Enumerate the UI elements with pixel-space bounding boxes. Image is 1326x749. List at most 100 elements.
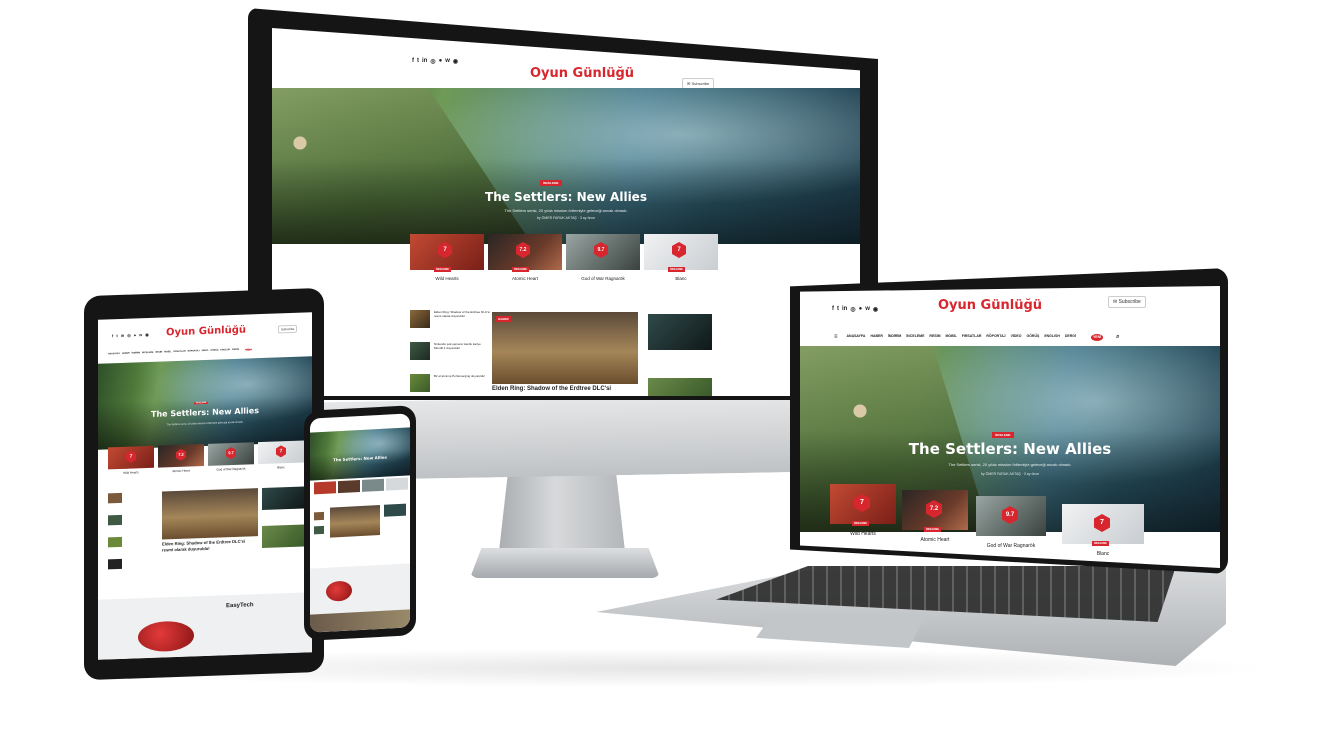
list-title[interactable]: Nintendo şok eşmerer kanlık kariye Mondi… bbox=[434, 342, 490, 350]
list-thumb[interactable] bbox=[108, 492, 122, 504]
nav-item[interactable]: HABER bbox=[122, 353, 130, 355]
nav-item[interactable]: RESİM bbox=[929, 334, 940, 341]
card-title[interactable]: God of War Ragnarök bbox=[976, 543, 1046, 549]
site-logo[interactable]: Oyun Günlüğü bbox=[530, 66, 634, 81]
list-thumb[interactable] bbox=[108, 514, 122, 526]
facebook-icon[interactable]: f bbox=[832, 306, 834, 313]
nav-item[interactable]: MOBİL bbox=[946, 334, 957, 341]
nav-item[interactable]: GÖRÜŞ bbox=[210, 350, 218, 352]
review-card[interactable]: 7 İNCELEME Blanc bbox=[1062, 504, 1144, 564]
hero-tag[interactable]: İNCELEME bbox=[540, 180, 562, 186]
list-item[interactable]: Elden Ring: Shadow of the Erdtree DLC'si… bbox=[410, 310, 490, 330]
nav-badge[interactable]: YENİ bbox=[245, 348, 253, 351]
nav-item[interactable]: MOBİL bbox=[164, 351, 171, 353]
site-logo[interactable]: Oyun Günlüğü bbox=[166, 325, 246, 339]
feature-article[interactable]: Elden Ring: Shadow of the Erdtree DLC'si… bbox=[162, 488, 258, 561]
hero-banner[interactable]: İNCELEME The Settlers: New Allies The Se… bbox=[98, 356, 312, 450]
card-title[interactable]: God of War Ragnarök bbox=[566, 276, 640, 281]
subscribe-button[interactable]: Subscribe bbox=[278, 324, 298, 334]
site-logo[interactable]: Oyun Günlüğü bbox=[938, 298, 1042, 313]
side-thumb-right[interactable] bbox=[262, 486, 304, 511]
nav-item[interactable]: FIRSATLAR bbox=[962, 334, 982, 341]
nav-item[interactable]: FIRSATLAR bbox=[173, 351, 185, 353]
nav-item[interactable]: DERGİ bbox=[1065, 334, 1076, 341]
review-card[interactable]: 7 İNCELEME Wild Hearts bbox=[410, 234, 484, 290]
review-card[interactable]: 7.2 İNCELEME Atomic Heart bbox=[488, 234, 562, 290]
card-title[interactable]: God of War Ragnarök bbox=[208, 466, 254, 472]
nav-item[interactable]: VİDEO bbox=[202, 350, 209, 352]
nav-item[interactable]: ANASAYFA bbox=[847, 334, 866, 341]
nav-item[interactable]: HABER bbox=[870, 334, 882, 341]
review-card[interactable]: 9.7 God of War Ragnarök bbox=[208, 442, 254, 474]
feature-title[interactable]: Elden Ring: Shadow of the Erdtree DLC'si bbox=[492, 386, 611, 392]
linkedin-icon[interactable]: in bbox=[422, 58, 427, 65]
hero-author[interactable]: ÖMER FARUK AKTAŞ bbox=[542, 216, 577, 220]
list-thumb[interactable] bbox=[108, 558, 122, 570]
twitter-icon[interactable]: t bbox=[417, 58, 419, 65]
nav-item[interactable]: İNDİRİM bbox=[132, 352, 140, 354]
reddit-icon[interactable]: ● bbox=[439, 58, 443, 65]
review-card[interactable]: 7 İNCELEME Wild Hearts bbox=[830, 484, 896, 544]
hero-title[interactable]: The Settlers: New Allies bbox=[310, 453, 410, 463]
linkedin-icon[interactable]: in bbox=[121, 333, 125, 338]
card-tag[interactable]: İNCELEME bbox=[1092, 541, 1109, 546]
vk-icon[interactable]: w bbox=[445, 58, 450, 65]
reddit-icon[interactable]: ● bbox=[134, 332, 136, 337]
list-item[interactable]: Nintendo şok eşmerer kanlık kariye Mondi… bbox=[410, 342, 490, 362]
hero-tag[interactable]: İNCELEME bbox=[194, 401, 209, 405]
nav-item[interactable]: RESİM bbox=[155, 351, 162, 353]
side-thumb-right-2[interactable] bbox=[648, 378, 712, 396]
hero-banner[interactable]: The Settlers: New Allies bbox=[310, 427, 410, 481]
nav-item[interactable]: İNCELEME bbox=[142, 352, 153, 354]
instagram-icon[interactable]: ◎ bbox=[127, 333, 131, 338]
reddit-icon[interactable]: ● bbox=[859, 306, 863, 313]
hero-title[interactable]: The Settlers: New Allies bbox=[98, 404, 312, 420]
steam-icon[interactable]: ◉ bbox=[873, 306, 878, 313]
feature-tag[interactable]: HABER bbox=[496, 316, 511, 322]
steam-icon[interactable]: ◉ bbox=[453, 58, 458, 65]
card-tag[interactable]: İNCELEME bbox=[668, 267, 685, 272]
hero-tag[interactable]: İNCELEME bbox=[992, 432, 1014, 438]
review-card[interactable] bbox=[338, 480, 360, 495]
card-title[interactable]: Atomic Heart bbox=[488, 276, 562, 281]
nav-item[interactable]: ANASAYFA bbox=[108, 353, 120, 355]
card-title[interactable]: Blanc bbox=[644, 276, 718, 281]
side-thumb-right[interactable] bbox=[384, 503, 406, 517]
vk-icon[interactable]: w bbox=[865, 306, 870, 313]
card-title[interactable]: Wild Hearts bbox=[410, 276, 484, 281]
review-card[interactable]: 7.2 İNCELEME Atomic Heart bbox=[902, 490, 968, 550]
card-title[interactable]: Atomic Heart bbox=[158, 468, 204, 474]
twitter-icon[interactable]: t bbox=[837, 306, 839, 313]
hero-title[interactable]: The Settlers: New Allies bbox=[800, 440, 1220, 458]
nav-item[interactable]: DERGİ bbox=[232, 349, 239, 351]
card-title[interactable]: Atomic Heart bbox=[902, 537, 968, 543]
linkedin-icon[interactable]: in bbox=[842, 306, 847, 313]
nav-item[interactable]: ENGLISH bbox=[1044, 334, 1060, 341]
nav-item[interactable]: VİDEO bbox=[1011, 334, 1022, 341]
card-tag[interactable]: İNCELEME bbox=[852, 521, 869, 526]
review-card[interactable]: 7 Wild Hearts bbox=[108, 445, 154, 478]
nav-item[interactable]: RÖPORTAJ bbox=[188, 350, 200, 352]
review-card[interactable]: 7.2 Atomic Heart bbox=[158, 444, 204, 476]
nav-item[interactable]: RÖPORTAJ bbox=[986, 334, 1005, 341]
list-title[interactable]: Bir el alınmış Pol Emerging duyuruldu! bbox=[434, 374, 490, 378]
list-thumb[interactable] bbox=[108, 536, 122, 548]
card-tag[interactable]: İNCELEME bbox=[924, 527, 941, 532]
list-item[interactable]: Bir el alınmış Pol Emerging duyuruldu! bbox=[410, 374, 490, 394]
feature-article[interactable] bbox=[330, 504, 380, 538]
hero-author[interactable]: ÖMER FARUK AKTAŞ bbox=[986, 472, 1021, 476]
ad-banner[interactable]: EasyTech bbox=[98, 592, 312, 660]
vk-icon[interactable]: w bbox=[139, 332, 142, 337]
card-tag[interactable]: İNCELEME bbox=[434, 267, 451, 272]
review-card[interactable] bbox=[362, 478, 384, 494]
review-card[interactable]: 7 Blanc bbox=[258, 440, 304, 473]
list-thumb[interactable] bbox=[314, 511, 324, 521]
facebook-icon[interactable]: f bbox=[412, 58, 414, 65]
card-title[interactable]: Blanc bbox=[1062, 551, 1144, 557]
side-thumb-right-2[interactable] bbox=[262, 524, 304, 549]
card-title[interactable]: Blanc bbox=[258, 465, 304, 471]
menu-icon[interactable]: ≡ bbox=[834, 334, 838, 341]
steam-icon[interactable]: ◉ bbox=[145, 332, 149, 337]
side-thumb-right[interactable] bbox=[648, 314, 712, 350]
hero-banner[interactable]: İNCELEME The Settlers: New Allies The Se… bbox=[272, 88, 860, 244]
